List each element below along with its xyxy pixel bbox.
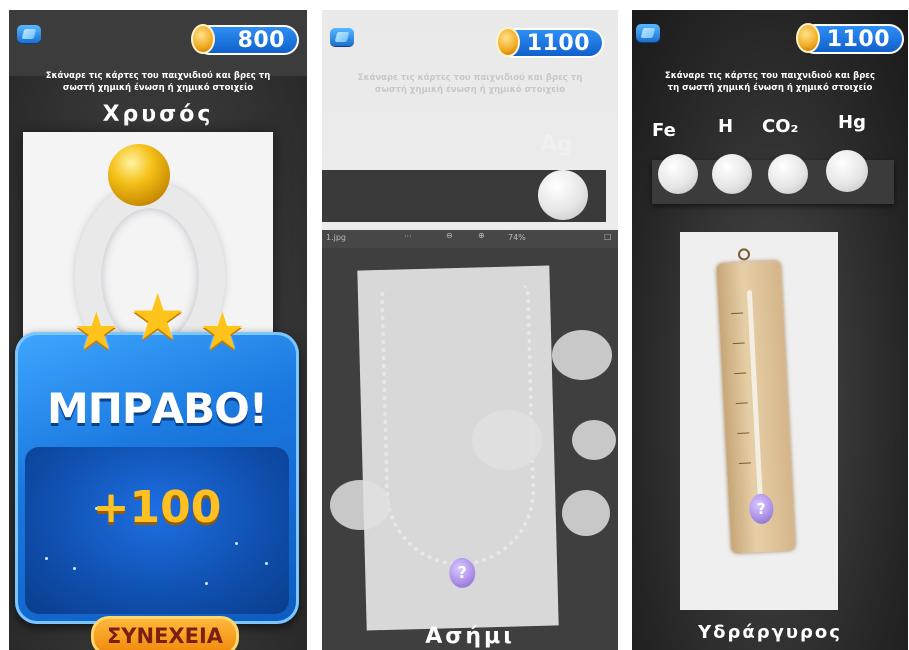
option-label-co2: CO₂ bbox=[762, 116, 799, 137]
option-slot[interactable] bbox=[712, 154, 752, 194]
score-value: 1100 bbox=[826, 27, 890, 52]
thermometer-hook bbox=[737, 248, 751, 261]
reward-points: +100 bbox=[92, 482, 222, 533]
continue-button[interactable]: ΣΥΝΕΧΕΙΑ bbox=[91, 616, 239, 650]
star-icon: ★ bbox=[199, 302, 246, 362]
thermometer-tube bbox=[746, 290, 763, 501]
option-slot[interactable] bbox=[538, 170, 588, 220]
option-label-hg: Hg bbox=[838, 112, 866, 133]
instruction-text: Σκάναρε τις κάρτες του παιχνιδιού και βρ… bbox=[664, 71, 876, 93]
screen-correct-answer: 800 Σκάναρε τις κάρτες του παιχνιδιού κα… bbox=[9, 10, 307, 650]
star-icon: ★ bbox=[129, 281, 187, 355]
smoke-cloud bbox=[562, 490, 610, 536]
expand-icon[interactable]: □ bbox=[604, 232, 612, 241]
score-value: 1100 bbox=[526, 31, 590, 56]
smoke-cloud bbox=[330, 480, 390, 530]
menu-button[interactable] bbox=[330, 28, 354, 46]
coin-icon bbox=[796, 23, 820, 53]
viewer-filename: 1.jpg bbox=[326, 233, 347, 242]
menu-button[interactable] bbox=[636, 24, 660, 42]
score-value: 800 bbox=[237, 28, 285, 53]
smoke-cloud bbox=[552, 330, 612, 380]
viewer-toolbar: 1.jpg ··· ⊖ ⊕ 74% □ bbox=[322, 230, 618, 248]
thermometer-image: ? bbox=[716, 248, 796, 554]
score-counter: 800 bbox=[191, 24, 299, 55]
word-label: Χρυσός bbox=[102, 102, 214, 127]
screen-scanning-necklace: 1100 Σκάναρε τις κάρτες του παιχνιδιού κ… bbox=[322, 10, 618, 650]
scanned-card: ? bbox=[680, 232, 838, 610]
mystery-pendant-icon: ? bbox=[448, 557, 476, 589]
zoom-level: 74% bbox=[508, 233, 526, 242]
option-label-ag: Ag bbox=[540, 132, 573, 157]
word-label: Ασήμι bbox=[425, 624, 515, 649]
smoke-cloud bbox=[472, 410, 542, 470]
coin-icon bbox=[496, 27, 520, 57]
coin-icon bbox=[191, 24, 215, 54]
option-slot[interactable] bbox=[658, 154, 698, 194]
mystery-element-icon: ? bbox=[748, 493, 775, 525]
more-icon[interactable]: ··· bbox=[404, 232, 412, 241]
gold-element-ball bbox=[108, 144, 170, 206]
option-slot[interactable] bbox=[768, 154, 808, 194]
reward-popup: ΜΠΡΑΒΟ! +100 bbox=[15, 332, 299, 624]
score-counter: 1100 bbox=[496, 27, 604, 58]
instruction-text: Σκάναρε τις κάρτες του παιχνιδιού και βρ… bbox=[357, 73, 583, 95]
score-counter: 1100 bbox=[796, 23, 904, 54]
option-label-h: H bbox=[718, 116, 734, 137]
option-label-fe: Fe bbox=[652, 120, 676, 141]
instruction-text: Σκάναρε τις κάρτες του παιχνιδιού και βρ… bbox=[45, 71, 271, 93]
option-slot[interactable] bbox=[826, 150, 868, 192]
star-icon: ★ bbox=[73, 302, 120, 362]
zoom-in-icon[interactable]: ⊕ bbox=[478, 231, 485, 240]
zoom-out-icon[interactable]: ⊖ bbox=[446, 231, 453, 240]
word-label: Υδράργυρος bbox=[698, 622, 842, 643]
reward-title: ΜΠΡΑΒΟ! bbox=[46, 384, 268, 433]
screen-thermometer: 1100 Σκάναρε τις κάρτες του παιχνιδιού κ… bbox=[632, 10, 908, 650]
menu-button[interactable] bbox=[17, 25, 41, 43]
smoke-cloud bbox=[572, 420, 616, 460]
